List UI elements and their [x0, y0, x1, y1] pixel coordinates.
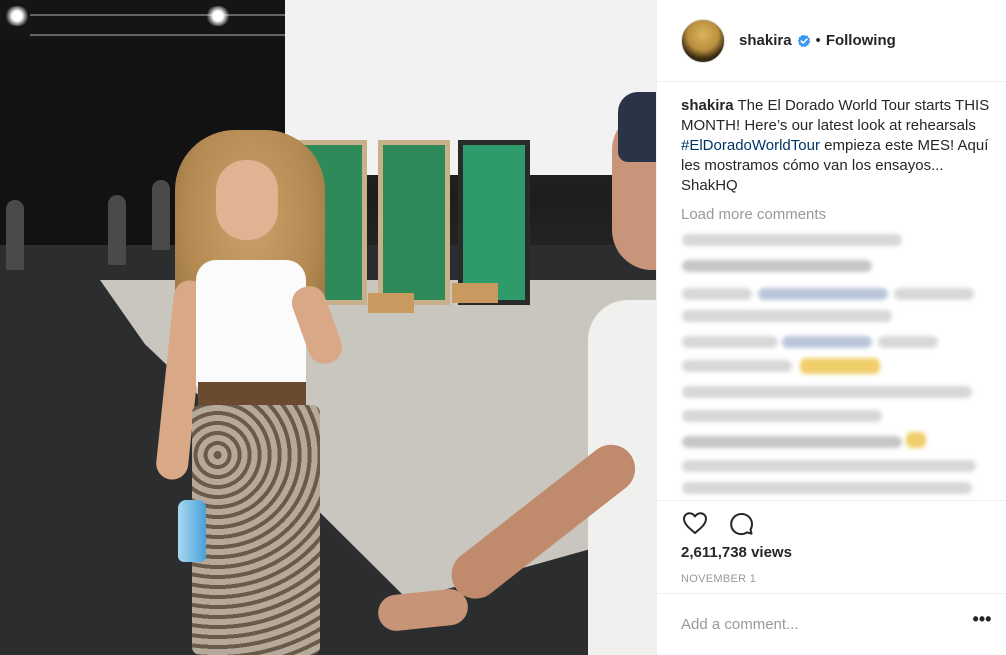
header-username[interactable]: shakira — [739, 32, 792, 49]
blurred-comment-line — [682, 288, 752, 300]
blurred-comment-line — [758, 288, 888, 300]
following-button[interactable]: Following — [826, 32, 896, 49]
post-date[interactable]: NOVEMBER 1 — [681, 573, 756, 585]
photo-light — [4, 6, 30, 26]
photo-panel — [378, 140, 450, 305]
comment-icon[interactable] — [727, 509, 755, 537]
photo-panel — [458, 140, 530, 305]
more-options-icon[interactable]: ••• — [971, 610, 993, 634]
photo-woman-pants — [192, 405, 320, 655]
verified-badge-icon — [797, 34, 810, 47]
blurred-comment-line — [894, 288, 974, 300]
post-actions: 2,611,738 views NOVEMBER 1 — [657, 500, 1006, 585]
photo-woman-face — [216, 160, 278, 240]
blurred-comment-line — [682, 234, 902, 246]
blurred-comment-line — [682, 460, 976, 472]
load-more-comments-button[interactable]: Load more comments — [681, 206, 991, 223]
heart-icon[interactable] — [681, 509, 709, 537]
photo-box — [368, 293, 414, 313]
blurred-comment-line — [682, 360, 792, 372]
blurred-comment-line — [682, 482, 972, 494]
photo-background-person — [152, 180, 170, 250]
blurred-comment-line — [878, 336, 938, 348]
blurred-comment-line — [682, 386, 972, 398]
post-caption: shakira The El Dorado World Tour starts … — [681, 96, 991, 196]
avatar[interactable] — [681, 18, 725, 63]
blurred-comment-line — [782, 336, 872, 348]
photo-background-person — [108, 195, 126, 265]
photo-woman-top — [196, 260, 306, 390]
blurred-comment-line — [682, 336, 778, 348]
post-media-photo[interactable] — [0, 0, 656, 655]
photo-man-cap — [618, 92, 656, 162]
blurred-comment-line — [682, 410, 882, 422]
blurred-comment-line — [682, 260, 872, 272]
blurred-comments — [678, 226, 982, 496]
view-count[interactable]: 2,611,738 views — [681, 544, 792, 561]
photo-light — [205, 6, 231, 26]
header-separator: • — [815, 32, 821, 49]
blurred-comment-line — [682, 310, 892, 322]
action-icons — [681, 509, 755, 537]
blurred-emoji — [906, 432, 926, 448]
caption-hashtag-link[interactable]: #ElDoradoWorldTour — [681, 137, 820, 154]
comments-section: shakira The El Dorado World Tour starts … — [681, 96, 991, 223]
add-comment-bar: ••• — [657, 593, 1006, 655]
caption-username[interactable]: shakira — [681, 97, 734, 114]
post-header: shakira • Following — [657, 0, 1006, 82]
photo-box — [452, 283, 498, 303]
photo-water-bottle — [178, 500, 206, 562]
blurred-emoji — [800, 358, 880, 374]
add-comment-input[interactable] — [681, 610, 951, 638]
blurred-comment-line — [682, 436, 902, 448]
photo-background-person — [6, 200, 24, 270]
